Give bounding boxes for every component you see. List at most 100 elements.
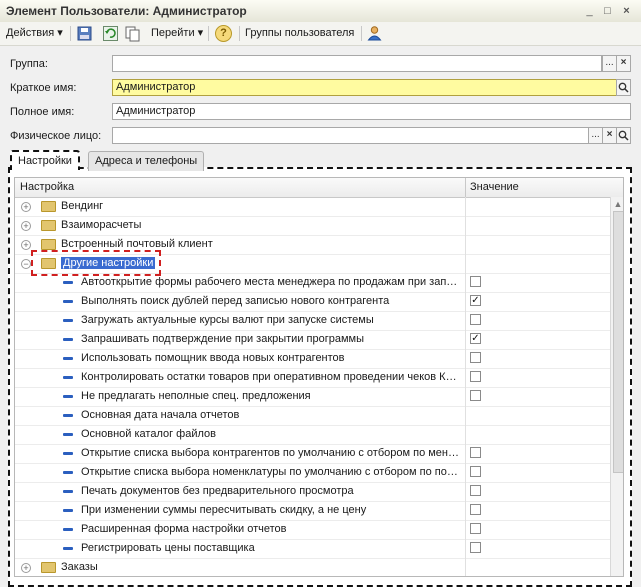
dropdown-arrow-icon: ▾: [54, 27, 63, 39]
table-row[interactable]: Регистрировать цены поставщика: [15, 539, 610, 559]
column-divider: [465, 558, 466, 576]
table-row[interactable]: Загружать актуальные курсы валют при зап…: [15, 311, 610, 331]
tab-settings[interactable]: Настройки: [10, 150, 80, 170]
short-name-field[interactable]: Администратор: [112, 79, 618, 96]
column-divider: [465, 330, 466, 349]
tab-addresses[interactable]: Адреса и телефоны: [88, 151, 205, 171]
table-header: Настройка Значение: [15, 178, 623, 198]
settings-table: Настройка Значение + Вендинг + Взаиморасчет…: [14, 177, 624, 577]
column-divider: [465, 387, 466, 406]
row-label: Регистрировать цены поставщика: [81, 542, 255, 554]
full-name-label: Полное имя:: [10, 106, 75, 118]
refresh-icon[interactable]: [102, 25, 119, 42]
value-checkbox[interactable]: [470, 447, 481, 458]
column-header-setting[interactable]: Настройка: [20, 181, 74, 193]
table-row[interactable]: + Заказы: [15, 558, 610, 576]
short-name-search-button[interactable]: [616, 79, 631, 96]
vertical-scrollbar[interactable]: ▲: [610, 197, 623, 576]
scroll-up-arrow-icon[interactable]: ▲: [613, 199, 623, 209]
person-clear-button[interactable]: ×: [602, 127, 617, 144]
copy-document-icon[interactable]: [124, 25, 141, 42]
user-icon[interactable]: [366, 25, 383, 42]
row-label: Контролировать остатки товаров при опера…: [81, 371, 457, 383]
setting-item-icon: [63, 376, 73, 379]
value-checkbox[interactable]: ✓: [470, 295, 481, 306]
setting-item-icon: [63, 414, 73, 417]
save-icon[interactable]: [76, 25, 93, 42]
column-divider: [465, 216, 466, 235]
group-clear-button[interactable]: ×: [616, 55, 631, 72]
table-row[interactable]: Запрашивать подтверждение при закрытии п…: [15, 330, 610, 350]
group-select-button[interactable]: ...: [602, 55, 617, 72]
setting-item-icon: [63, 452, 73, 455]
table-row[interactable]: Основная дата начала отчетов: [15, 406, 610, 426]
expand-icon[interactable]: +: [21, 221, 31, 231]
folder-icon: [41, 220, 56, 231]
magnifier-icon: [618, 82, 629, 93]
minimize-button[interactable]: _: [583, 5, 596, 17]
toolbar: Действия ▾ Перейти ▾ ? Группы пользовате…: [0, 22, 641, 46]
help-icon[interactable]: ?: [215, 25, 232, 42]
table-row[interactable]: Не предлагать неполные спец. предложения: [15, 387, 610, 407]
table-row[interactable]: Контролировать остатки товаров при опера…: [15, 368, 610, 388]
value-checkbox[interactable]: [470, 542, 481, 553]
row-label: Открытие списка выбора контрагентов по у…: [81, 447, 459, 459]
short-name-label: Краткое имя:: [10, 82, 77, 94]
user-groups-button[interactable]: Группы пользователя: [245, 25, 354, 42]
column-header-value[interactable]: Значение: [470, 181, 519, 193]
table-row[interactable]: Использовать помощник ввода новых контра…: [15, 349, 610, 369]
row-label: Вендинг: [61, 200, 104, 212]
value-checkbox[interactable]: [470, 371, 481, 382]
scroll-thumb[interactable]: [613, 211, 623, 473]
value-checkbox[interactable]: [470, 504, 481, 515]
collapse-icon[interactable]: −: [21, 259, 31, 269]
table-row[interactable]: При изменении суммы пересчитывать скидку…: [15, 501, 610, 521]
person-field[interactable]: [112, 127, 602, 144]
table-row[interactable]: Основной каталог файлов: [15, 425, 610, 445]
column-divider: [465, 539, 466, 558]
toolbar-separator: [70, 26, 71, 41]
table-row[interactable]: Расширенная форма настройки отчетов: [15, 520, 610, 540]
table-row[interactable]: + Вендинг: [15, 197, 610, 217]
table-row[interactable]: Печать документов без предварительного п…: [15, 482, 610, 502]
table-row[interactable]: + Взаиморасчеты: [15, 216, 610, 236]
value-checkbox[interactable]: [470, 485, 481, 496]
group-field[interactable]: [112, 55, 602, 72]
goto-menu-button[interactable]: Перейти ▾: [151, 25, 203, 42]
window-title: Элемент Пользователи: Администратор: [6, 4, 247, 18]
person-search-button[interactable]: [616, 127, 631, 144]
row-label: Печать документов без предварительного п…: [81, 485, 354, 497]
column-divider: [465, 520, 466, 539]
value-checkbox[interactable]: [470, 523, 481, 534]
row-label: Не предлагать неполные спец. предложения: [81, 390, 311, 402]
value-checkbox[interactable]: [470, 466, 481, 477]
row-label: При изменении суммы пересчитывать скидку…: [81, 504, 367, 516]
dropdown-arrow-icon: ▾: [194, 27, 204, 39]
folder-icon: [41, 562, 56, 573]
table-row[interactable]: Открытие списка выбора номенклатуры по у…: [15, 463, 610, 483]
column-divider: [465, 349, 466, 368]
setting-item-icon: [63, 547, 73, 550]
column-divider: [465, 501, 466, 520]
table-row[interactable]: Автооткрытие формы рабочего места менедж…: [15, 273, 610, 293]
row-label: Взаиморасчеты: [61, 219, 142, 231]
close-button[interactable]: ×: [620, 5, 633, 17]
value-checkbox[interactable]: [470, 390, 481, 401]
full-name-field[interactable]: Администратор: [112, 103, 631, 120]
table-row[interactable]: Открытие списка выбора контрагентов по у…: [15, 444, 610, 464]
person-select-button[interactable]: ...: [588, 127, 603, 144]
maximize-button[interactable]: □: [601, 5, 614, 17]
value-checkbox[interactable]: ✓: [470, 333, 481, 344]
column-divider: [465, 406, 466, 425]
actions-menu-button[interactable]: Действия ▾: [6, 25, 63, 42]
expand-icon[interactable]: +: [21, 240, 31, 250]
expand-icon[interactable]: +: [21, 202, 31, 212]
toolbar-separator: [239, 26, 240, 41]
column-divider: [465, 197, 466, 216]
value-checkbox[interactable]: [470, 314, 481, 325]
table-row[interactable]: Выполнять поиск дублей перед записью нов…: [15, 292, 610, 312]
expand-icon[interactable]: +: [21, 563, 31, 573]
value-checkbox[interactable]: [470, 352, 481, 363]
value-checkbox[interactable]: [470, 276, 481, 287]
highlight-frame: [31, 250, 161, 276]
